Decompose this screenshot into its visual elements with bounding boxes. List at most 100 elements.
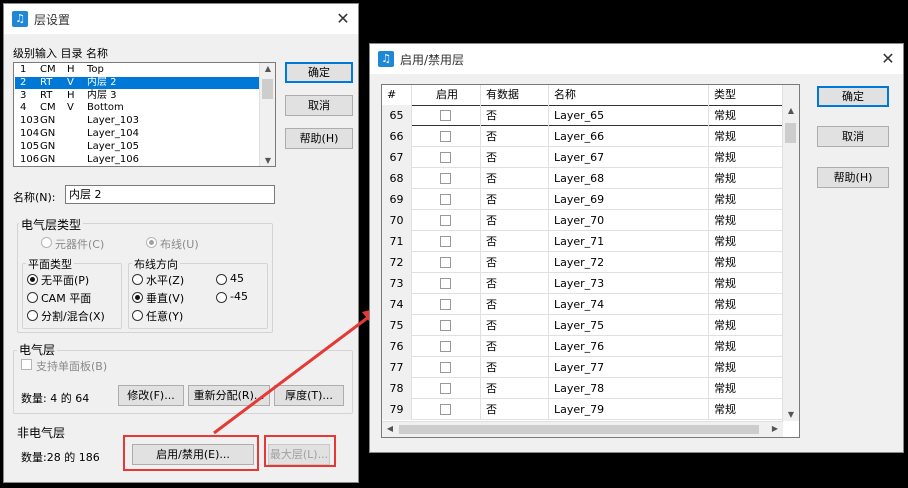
table-row[interactable]: 70 否 Layer_70 常规 — [382, 210, 783, 231]
col-header-has-data[interactable]: 有数据 — [481, 85, 549, 105]
enable-cell — [412, 189, 481, 210]
title-bar: ♫ 启用/禁用层 ✕ — [370, 44, 903, 74]
row-number: 71 — [382, 231, 412, 252]
name-cell: Layer_78 — [549, 378, 709, 399]
name-cell: Layer_74 — [549, 294, 709, 315]
enable-checkbox[interactable] — [440, 320, 451, 331]
table-row[interactable]: 73 否 Layer_73 常规 — [382, 273, 783, 294]
name-cell: Layer_75 — [549, 315, 709, 336]
row-number: 70 — [382, 210, 412, 231]
type-cell: 常规 — [709, 378, 783, 399]
app-icon: ♫ — [378, 51, 394, 67]
type-cell: 常规 — [709, 315, 783, 336]
name-cell: Layer_73 — [549, 273, 709, 294]
table-row[interactable]: 78 否 Layer_78 常规 — [382, 378, 783, 399]
name-cell: Layer_65 — [549, 105, 709, 126]
scroll-thumb[interactable] — [785, 123, 796, 143]
scroll-right-icon[interactable]: ▶ — [767, 424, 783, 433]
has-data-cell: 否 — [481, 147, 549, 168]
table-row[interactable]: 66 否 Layer_66 常规 — [382, 126, 783, 147]
has-data-cell: 否 — [481, 126, 549, 147]
enable-cell — [412, 231, 481, 252]
col-header-enable[interactable]: 启用 — [412, 85, 481, 105]
table-row[interactable]: 75 否 Layer_75 常规 — [382, 315, 783, 336]
enable-checkbox[interactable] — [440, 278, 451, 289]
name-cell: Layer_76 — [549, 336, 709, 357]
table-row[interactable]: 69 否 Layer_69 常规 — [382, 189, 783, 210]
row-number: 72 — [382, 252, 412, 273]
has-data-cell: 否 — [481, 315, 549, 336]
col-header-num[interactable]: # — [382, 85, 412, 105]
table-row[interactable]: 77 否 Layer_77 常规 — [382, 357, 783, 378]
close-icon[interactable]: ✕ — [879, 50, 897, 68]
type-cell: 常规 — [709, 210, 783, 231]
cancel-button[interactable]: 取消 — [817, 126, 889, 147]
name-cell: Layer_71 — [549, 231, 709, 252]
scroll-down-icon[interactable]: ▼ — [783, 410, 799, 419]
help-button[interactable]: 帮助(H) — [817, 167, 889, 188]
row-number: 66 — [382, 126, 412, 147]
type-cell: 常规 — [709, 336, 783, 357]
col-header-type[interactable]: 类型 — [709, 85, 783, 105]
enable-checkbox[interactable] — [440, 110, 451, 121]
enable-checkbox[interactable] — [440, 215, 451, 226]
grid-hscrollbar[interactable]: ◀ ▶ — [382, 421, 783, 437]
table-row[interactable]: 72 否 Layer_72 常规 — [382, 252, 783, 273]
ok-button[interactable]: 确定 — [817, 86, 889, 107]
enable-checkbox[interactable] — [440, 194, 451, 205]
table-row[interactable]: 76 否 Layer_76 常规 — [382, 336, 783, 357]
enable-checkbox[interactable] — [440, 173, 451, 184]
table-row[interactable]: 67 否 Layer_67 常规 — [382, 147, 783, 168]
enable-cell — [412, 294, 481, 315]
row-number: 69 — [382, 189, 412, 210]
has-data-cell: 否 — [481, 231, 549, 252]
scroll-thumb[interactable] — [399, 425, 759, 434]
enable-checkbox[interactable] — [440, 404, 451, 415]
type-cell: 常规 — [709, 231, 783, 252]
name-cell: Layer_69 — [549, 189, 709, 210]
name-cell: Layer_77 — [549, 357, 709, 378]
type-cell: 常规 — [709, 105, 783, 126]
enable-cell — [412, 105, 481, 126]
name-cell: Layer_68 — [549, 168, 709, 189]
enable-cell — [412, 273, 481, 294]
enable-checkbox[interactable] — [440, 236, 451, 247]
has-data-cell: 否 — [481, 189, 549, 210]
name-cell: Layer_70 — [549, 210, 709, 231]
enable-checkbox[interactable] — [440, 131, 451, 142]
table-row[interactable]: 68 否 Layer_68 常规 — [382, 168, 783, 189]
scroll-left-icon[interactable]: ◀ — [382, 424, 398, 433]
name-cell: Layer_79 — [549, 399, 709, 420]
type-cell: 常规 — [709, 126, 783, 147]
enable-cell — [412, 147, 481, 168]
table-row[interactable]: 79 否 Layer_79 常规 — [382, 399, 783, 420]
row-number: 78 — [382, 378, 412, 399]
enable-checkbox[interactable] — [440, 341, 451, 352]
has-data-cell: 否 — [481, 273, 549, 294]
has-data-cell: 否 — [481, 378, 549, 399]
grid-vscrollbar[interactable]: ▲ ▼ — [782, 85, 799, 421]
enable-checkbox[interactable] — [440, 383, 451, 394]
has-data-cell: 否 — [481, 399, 549, 420]
enable-checkbox[interactable] — [440, 362, 451, 373]
col-header-name[interactable]: 名称 — [549, 85, 709, 105]
enable-checkbox[interactable] — [440, 299, 451, 310]
row-number: 75 — [382, 315, 412, 336]
row-number: 68 — [382, 168, 412, 189]
dialog-title: 启用/禁用层 — [400, 52, 465, 67]
enable-checkbox[interactable] — [440, 257, 451, 268]
enable-checkbox[interactable] — [440, 152, 451, 163]
has-data-cell: 否 — [481, 105, 549, 126]
has-data-cell: 否 — [481, 168, 549, 189]
layer-grid[interactable]: # 启用 有数据 名称 类型 65 否 Layer_65 常规 66 否 Layer_66 常… — [381, 84, 800, 438]
table-row[interactable]: 74 否 Layer_74 常规 — [382, 294, 783, 315]
name-cell: Layer_66 — [549, 126, 709, 147]
table-row[interactable]: 65 否 Layer_65 常规 — [382, 105, 783, 126]
name-cell: Layer_67 — [549, 147, 709, 168]
type-cell: 常规 — [709, 252, 783, 273]
type-cell: 常规 — [709, 168, 783, 189]
row-number: 76 — [382, 336, 412, 357]
scroll-up-icon[interactable]: ▲ — [783, 106, 799, 115]
row-number: 77 — [382, 357, 412, 378]
table-row[interactable]: 71 否 Layer_71 常规 — [382, 231, 783, 252]
